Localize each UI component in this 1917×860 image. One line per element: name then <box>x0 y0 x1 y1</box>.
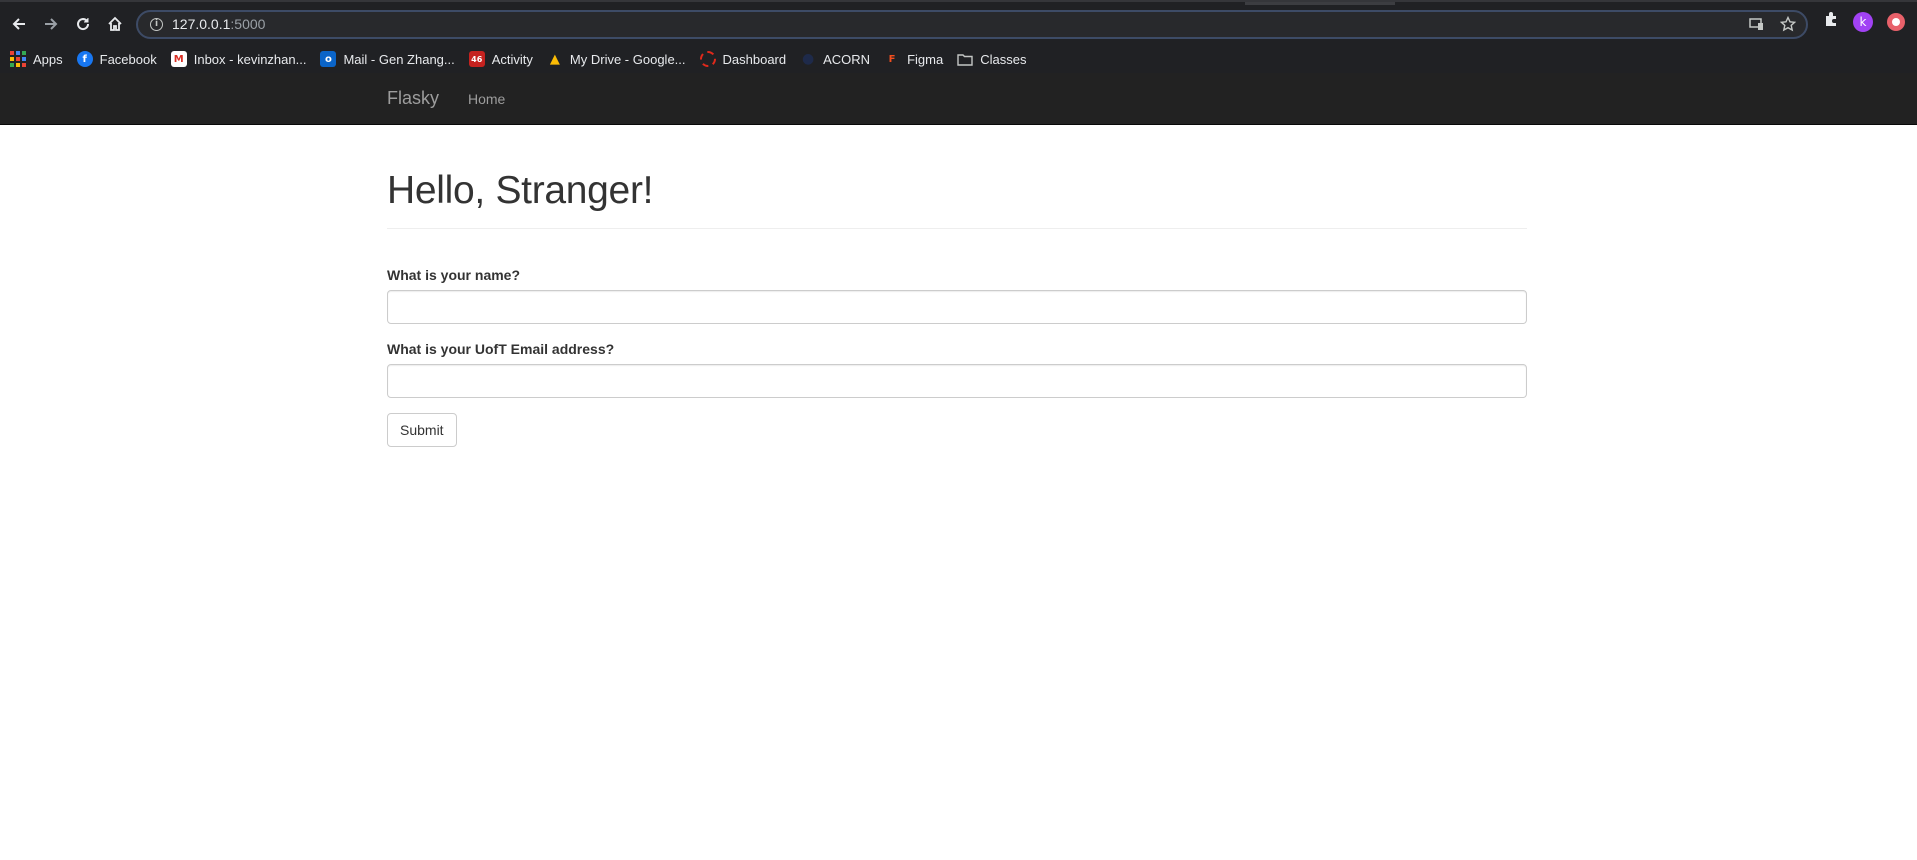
page-header: Hello, Stranger! <box>387 169 1527 229</box>
nav-link-home[interactable]: Home <box>468 91 505 107</box>
url-text[interactable]: 127.0.0.1:5000 <box>172 16 265 32</box>
name-input[interactable] <box>387 290 1527 324</box>
address-bar[interactable]: i 127.0.0.1:5000 <box>136 10 1808 39</box>
profile-avatar[interactable]: k <box>1853 11 1873 32</box>
bookmark-label: Facebook <box>99 51 157 67</box>
dashboard-icon <box>699 51 716 67</box>
bookmark-acorn[interactable]: ● ACORN <box>800 51 870 67</box>
browser-toolbar: i 127.0.0.1:5000 k <box>0 0 1917 45</box>
bookmark-activity[interactable]: 46 Activity <box>468 51 533 67</box>
facebook-icon: f <box>76 51 93 67</box>
bookmark-label: Figma <box>907 51 944 67</box>
bookmark-label: Apps <box>33 51 63 67</box>
bookmarks-bar: Apps f Facebook M Inbox - kevinzhan... o… <box>0 45 1917 73</box>
extension-icon[interactable] <box>1887 12 1905 31</box>
apps-grid-icon <box>10 51 26 67</box>
folder-icon <box>957 51 973 67</box>
bookmark-label: Dashboard <box>722 51 787 67</box>
bookmark-label: Classes <box>980 51 1027 67</box>
navbar-brand[interactable]: Flasky <box>387 88 439 109</box>
gmail-icon: M <box>170 51 187 67</box>
bookmark-apps[interactable]: Apps <box>10 51 63 67</box>
bookmark-classes[interactable]: Classes <box>957 51 1026 67</box>
bookmark-inbox[interactable]: M Inbox - kevinzhan... <box>170 51 307 67</box>
bookmark-figma[interactable]: F Figma <box>884 51 944 67</box>
bookmark-label: Activity <box>491 51 533 67</box>
star-icon[interactable] <box>1779 15 1797 37</box>
reload-icon[interactable] <box>72 13 94 35</box>
drive-icon: ▲ <box>549 51 560 67</box>
bookmark-drive[interactable]: ▲ My Drive - Google... <box>547 51 686 67</box>
url-port: :5000 <box>230 16 266 32</box>
calendar-icon: 46 <box>468 51 485 67</box>
bookmark-dashboard[interactable]: Dashboard <box>699 51 787 67</box>
page-title: Hello, Stranger! <box>387 169 654 212</box>
submit-button[interactable]: Submit <box>387 413 457 447</box>
bookmark-label: Inbox - kevinzhan... <box>193 51 307 67</box>
site-navbar: Flasky Home <box>0 73 1917 125</box>
bookmark-label: Mail - Gen Zhang... <box>343 51 455 67</box>
bookmark-mail[interactable]: o Mail - Gen Zhang... <box>320 51 455 67</box>
acorn-icon: ● <box>802 51 815 67</box>
back-icon[interactable] <box>8 13 30 35</box>
tab-strip-hint <box>1245 2 1395 5</box>
figma-icon: F <box>888 53 896 65</box>
site-info-icon[interactable]: i <box>150 18 163 31</box>
forward-icon[interactable] <box>40 13 62 35</box>
outlook-icon: o <box>320 51 337 67</box>
bookmark-label: My Drive - Google... <box>569 51 686 67</box>
name-label: What is your name? <box>387 267 521 283</box>
bookmark-facebook[interactable]: f Facebook <box>76 51 157 67</box>
email-label: What is your UofT Email address? <box>387 341 615 357</box>
cast-icon[interactable] <box>1748 17 1764 36</box>
home-icon[interactable] <box>104 13 126 35</box>
url-host: 127.0.0.1 <box>172 16 231 32</box>
email-input[interactable] <box>387 364 1527 398</box>
extensions-icon[interactable] <box>1823 11 1839 32</box>
bookmark-label: ACORN <box>823 51 871 67</box>
